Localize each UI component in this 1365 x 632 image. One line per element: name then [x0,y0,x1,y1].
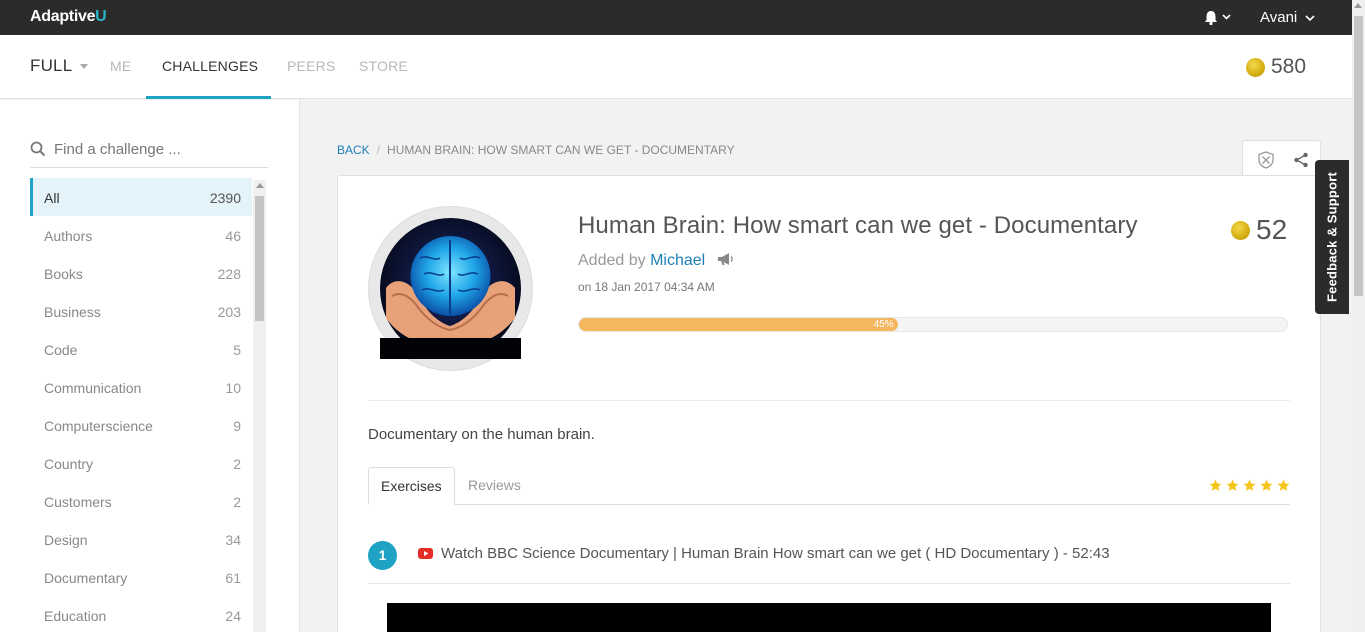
star-icon [1243,479,1256,491]
caret-down-icon [80,64,89,70]
category-sidebar: All2390 Authors46 Books228 Business203 C… [0,100,300,632]
category-item-business[interactable]: Business 203 [30,292,252,330]
category-item-customers[interactable]: Customers 2 [30,482,252,520]
active-tab-indicator [146,96,271,99]
challenge-description: Documentary on the human brain. [368,426,595,443]
category-item-design[interactable]: Design 34 [30,520,252,558]
challenge-title: Human Brain: How smart can we get - Docu… [578,212,1138,239]
nav-tab-challenges[interactable]: CHALLENGES [162,58,258,74]
page-scrollbar[interactable] [1352,0,1365,632]
tab-reviews[interactable]: Reviews [456,467,533,505]
nav-tab-me[interactable]: ME [110,58,131,74]
challenge-search [30,138,268,168]
back-link[interactable]: BACK [337,143,370,157]
feedback-support-tab[interactable]: Feedback & Support [1315,160,1349,314]
challenge-card: Human Brain: How smart can we get - Docu… [337,175,1321,632]
full-view-dropdown[interactable]: FULL [30,56,89,76]
search-icon [30,141,46,157]
youtube-icon [418,548,433,559]
coin-icon [1246,57,1265,77]
video-player[interactable] [387,603,1271,632]
chevron-down-icon [1305,15,1316,22]
category-item-communication[interactable]: Communication 10 [30,368,252,406]
category-item-documentary[interactable]: Documentary 61 [30,558,252,596]
page-scrollbar-thumb[interactable] [1354,16,1363,296]
challenge-coins: 52 [1231,214,1287,246]
category-item-all[interactable]: All 2390 [30,178,252,216]
breadcrumb-separator: / [376,143,381,157]
category-scrollbar[interactable] [253,180,266,632]
category-item-authors[interactable]: Authors 46 [30,216,252,254]
star-icon [1226,479,1239,491]
star-icon [1209,479,1222,491]
category-item-code[interactable]: Code 5 [30,330,252,368]
challenge-author-line: Added by Michael [578,252,734,270]
user-menu[interactable]: Avani [1260,9,1316,26]
exercise-title[interactable]: Watch BBC Science Documentary | Human Br… [441,545,1110,562]
brain-image [380,218,521,359]
share-icon[interactable] [1293,152,1309,168]
search-input[interactable] [54,138,264,160]
scroll-up-arrow-icon[interactable] [1354,3,1362,8]
progress-label: 45% [873,319,894,330]
challenge-tools [1242,140,1321,178]
breadcrumb-current: HUMAN BRAIN: HOW SMART CAN WE GET - DOCU… [387,143,735,157]
category-item-computerscience[interactable]: Computerscience 9 [30,406,252,444]
nav-bar: FULL ME CHALLENGES PEERS STORE 580 [0,35,1352,99]
star-icon [1277,479,1290,491]
category-scrollbar-thumb[interactable] [255,196,264,321]
star-icon [1260,479,1273,491]
challenge-image [368,206,533,371]
category-item-country[interactable]: Country 2 [30,444,252,482]
notification-menu[interactable] [1203,9,1233,27]
coin-balance: 580 [1246,55,1306,79]
exercise-item[interactable]: 1 Watch BBC Science Documentary | Human … [368,538,1290,584]
divider [368,400,1290,401]
nav-tab-peers[interactable]: PEERS [287,58,335,74]
category-item-education[interactable]: Education 24 [30,596,252,632]
user-name: Avani [1260,9,1298,26]
author-link[interactable]: Michael [650,252,705,269]
shield-icon[interactable] [1257,151,1275,169]
category-list: All 2390 Authors 46 Books 228 Business 203 C… [30,178,252,632]
exercise-number: 1 [368,541,397,570]
nav-tab-store[interactable]: STORE [359,58,408,74]
progress-fill: 45% [579,318,898,331]
tab-exercises[interactable]: Exercises [368,467,455,505]
rating-stars [1209,479,1290,492]
megaphone-icon[interactable] [716,252,734,266]
progress-bar: 45% [578,317,1288,332]
bell-icon [1205,11,1231,26]
category-item-books[interactable]: Books 228 [30,254,252,292]
app-logo[interactable]: AdaptiveU [30,8,107,26]
challenge-tabs: Exercises Reviews [368,467,1290,505]
challenge-date: on 18 Jan 2017 04:34 AM [578,280,715,294]
top-bar: AdaptiveU Avani [0,0,1365,35]
breadcrumb: BACK / HUMAN BRAIN: HOW SMART CAN WE GET -… [337,143,735,157]
coin-icon [1231,220,1250,240]
scroll-up-arrow-icon[interactable] [256,183,264,188]
